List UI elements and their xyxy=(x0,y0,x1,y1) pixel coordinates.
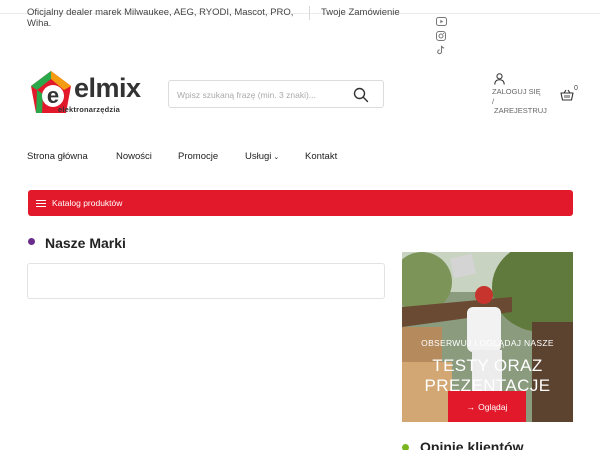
dealer-info: Oficjalny dealer marek Milwaukee, AEG, R… xyxy=(27,7,294,29)
register-link[interactable]: ZAREJESTRUJ xyxy=(494,106,547,115)
search-input[interactable] xyxy=(177,87,347,102)
nav-item-home[interactable]: Strona główna xyxy=(27,151,88,162)
promo-kicker: OBSERWUJ I OGLĄDAJ NASZE xyxy=(421,338,554,348)
watch-button-label: Oglądaj xyxy=(478,401,508,412)
opinions-bullet xyxy=(402,444,409,450)
catalog-label: Katalog produktów xyxy=(52,198,123,208)
brands-list xyxy=(27,263,385,299)
nav-item-news[interactable]: Nowości xyxy=(116,151,152,162)
top-divider xyxy=(309,6,310,20)
watch-button[interactable]: → Oglądaj xyxy=(448,391,526,422)
catalog-button[interactable]: Katalog produktów xyxy=(28,190,573,216)
arrow-right-icon: → xyxy=(466,401,476,412)
tiktok-icon[interactable] xyxy=(436,45,450,56)
promo-banner[interactable]: OBSERWUJ I OGLĄDAJ NASZE TESTY ORAZ PREZ… xyxy=(402,252,573,422)
search-box xyxy=(168,80,384,108)
youtube-icon[interactable] xyxy=(436,17,450,28)
logo-brand: elmix xyxy=(74,73,141,103)
instagram-icon[interactable] xyxy=(436,31,450,42)
nav-item-promotions[interactable]: Promocje xyxy=(178,151,218,162)
brands-heading: Nasze Marki xyxy=(45,235,126,251)
cart-count: 0 xyxy=(574,85,578,92)
nav-item-services-label: Usługi xyxy=(245,151,272,162)
search-icon xyxy=(353,87,369,103)
logo-tagline: elektronarzędzia xyxy=(58,105,120,114)
login-link[interactable]: ZALOGUJ SIĘ xyxy=(492,87,541,96)
opinions-heading: Opinie klientów xyxy=(420,439,524,450)
cart-button[interactable] xyxy=(560,88,574,101)
basket-icon xyxy=(560,89,574,101)
chevron-down-icon: ⌄ xyxy=(273,154,280,161)
nav-item-services[interactable]: Usługi ⌄ xyxy=(245,151,279,162)
account-separator: / xyxy=(492,97,495,106)
nav-item-contact[interactable]: Kontakt xyxy=(305,151,337,162)
promo-title: TESTY ORAZ PREZENTACJE xyxy=(402,356,573,396)
brands-bullet xyxy=(28,238,35,245)
menu-icon xyxy=(36,200,46,208)
site-logo[interactable]: e elmix elektronarzędzia xyxy=(30,70,150,116)
social-links xyxy=(436,17,450,59)
promo-title-line1: TESTY ORAZ xyxy=(432,356,543,375)
orders-link[interactable]: Twoje Zamówienie xyxy=(321,7,400,18)
search-button[interactable] xyxy=(353,87,369,103)
